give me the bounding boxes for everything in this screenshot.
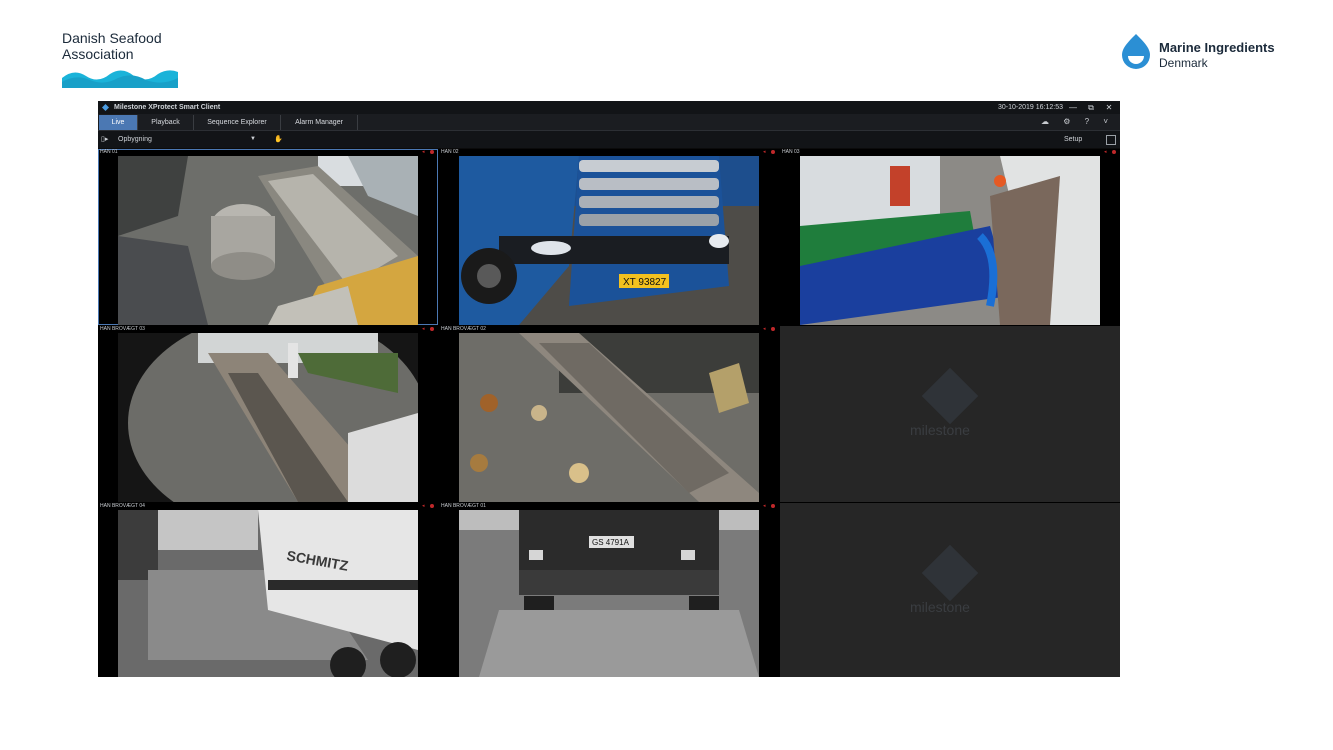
danish-seafood-logo: Danish Seafood Association [62, 30, 182, 88]
speaker-icon: ◂ [422, 149, 425, 155]
drop-icon [1122, 34, 1150, 69]
recording-icon [771, 327, 775, 331]
hand-icon[interactable]: ✋ [274, 131, 283, 148]
camera-feed: XT 93827 [459, 156, 759, 325]
camera-tile[interactable]: HAN BROVÆGT 01 ◂ GS 4791A [439, 503, 779, 677]
speaker-icon: ◂ [422, 503, 425, 509]
fullscreen-icon[interactable] [1106, 135, 1116, 145]
empty-camera-slot[interactable]: milestone [780, 503, 1120, 677]
camera-feed: GS 4791A [459, 510, 759, 677]
camera-feed: SCHMITZ [118, 510, 418, 677]
recording-icon [430, 327, 434, 331]
speaker-icon: ◂ [763, 503, 766, 509]
camera-label: HAN BROVÆGT 01 [441, 503, 486, 509]
milestone-logo-icon [921, 544, 979, 602]
logo-right-line2: Denmark [1159, 56, 1208, 70]
camera-grid: HAN 01 ◂ HAN 02 ◂ XT 93827 HAN 03 ◂ HAN … [98, 149, 1120, 677]
setup-button[interactable]: Setup [1064, 131, 1082, 148]
title-bar: Milestone XProtect Smart Client 30-10-20… [98, 101, 1120, 114]
license-plate: XT 93827 [623, 277, 667, 288]
view-selector-icon[interactable]: ▯▸ [101, 131, 108, 148]
camera-tile[interactable]: HAN 02 ◂ XT 93827 [439, 149, 779, 325]
camera-tile[interactable]: HAN BROVÆGT 03 ◂ [98, 326, 438, 502]
camera-feed [459, 333, 759, 502]
recording-icon [430, 150, 434, 154]
camera-label: HAN BROVÆGT 02 [441, 326, 486, 332]
camera-label: HAN 03 [782, 149, 800, 155]
camera-tile[interactable]: HAN 01 ◂ [98, 149, 438, 325]
minimize-button[interactable]: — [1066, 101, 1080, 114]
camera-tile[interactable]: HAN BROVÆGT 02 ◂ [439, 326, 779, 502]
milestone-watermark: milestone [910, 599, 970, 615]
logo-left-line1: Danish Seafood [62, 30, 162, 46]
camera-feed [118, 333, 418, 502]
camera-feed [118, 156, 418, 325]
status-icons[interactable]: ☁ ⚙ ? ˅ [1041, 117, 1114, 126]
view-name[interactable]: Opbygning [118, 131, 152, 148]
speaker-icon: ◂ [763, 326, 766, 332]
camera-tile[interactable]: HAN BROVÆGT 04 ◂ SCHMITZ [98, 503, 438, 677]
tab-bar: Live Playback Sequence Explorer Alarm Ma… [98, 114, 1120, 131]
camera-label: HAN BROVÆGT 04 [100, 503, 145, 509]
xprotect-window: Milestone XProtect Smart Client 30-10-20… [98, 101, 1120, 677]
milestone-watermark: milestone [910, 422, 970, 438]
camera-label: HAN 02 [441, 149, 459, 155]
wave-logo-mark [62, 70, 178, 88]
tab-live[interactable]: Live [99, 115, 138, 130]
app-icon [102, 104, 109, 111]
camera-label: HAN BROVÆGT 03 [100, 326, 145, 332]
recording-icon [771, 504, 775, 508]
tab-playback[interactable]: Playback [138, 115, 194, 130]
license-plate: GS 4791A [592, 538, 630, 547]
tab-sequence-explorer[interactable]: Sequence Explorer [194, 115, 281, 130]
logo-right-line1: Marine Ingredients [1159, 40, 1275, 55]
chevron-down-icon[interactable]: ▼ [250, 131, 256, 148]
camera-feed [800, 156, 1100, 325]
close-button[interactable]: ✕ [1102, 101, 1116, 114]
milestone-logo-icon [921, 367, 979, 425]
recording-icon [1112, 150, 1116, 154]
clock: 30-10-2019 16:12:53 [998, 104, 1063, 111]
recording-icon [771, 150, 775, 154]
empty-camera-slot[interactable]: milestone [780, 326, 1120, 502]
tab-alarm-manager[interactable]: Alarm Manager [281, 115, 358, 130]
recording-icon [430, 504, 434, 508]
marine-ingredients-logo: Marine Ingredients Denmark [1118, 32, 1298, 72]
speaker-icon: ◂ [1104, 149, 1107, 155]
logo-left-line2: Association [62, 46, 134, 62]
camera-label: HAN 01 [100, 149, 118, 155]
speaker-icon: ◂ [422, 326, 425, 332]
restore-button[interactable]: ⧉ [1084, 101, 1098, 114]
speaker-icon: ◂ [763, 149, 766, 155]
toolbar: ▯▸ Opbygning ▼ ✋ Setup [98, 131, 1120, 148]
window-title: Milestone XProtect Smart Client [114, 104, 221, 111]
camera-tile[interactable]: HAN 03 ◂ [780, 149, 1120, 325]
